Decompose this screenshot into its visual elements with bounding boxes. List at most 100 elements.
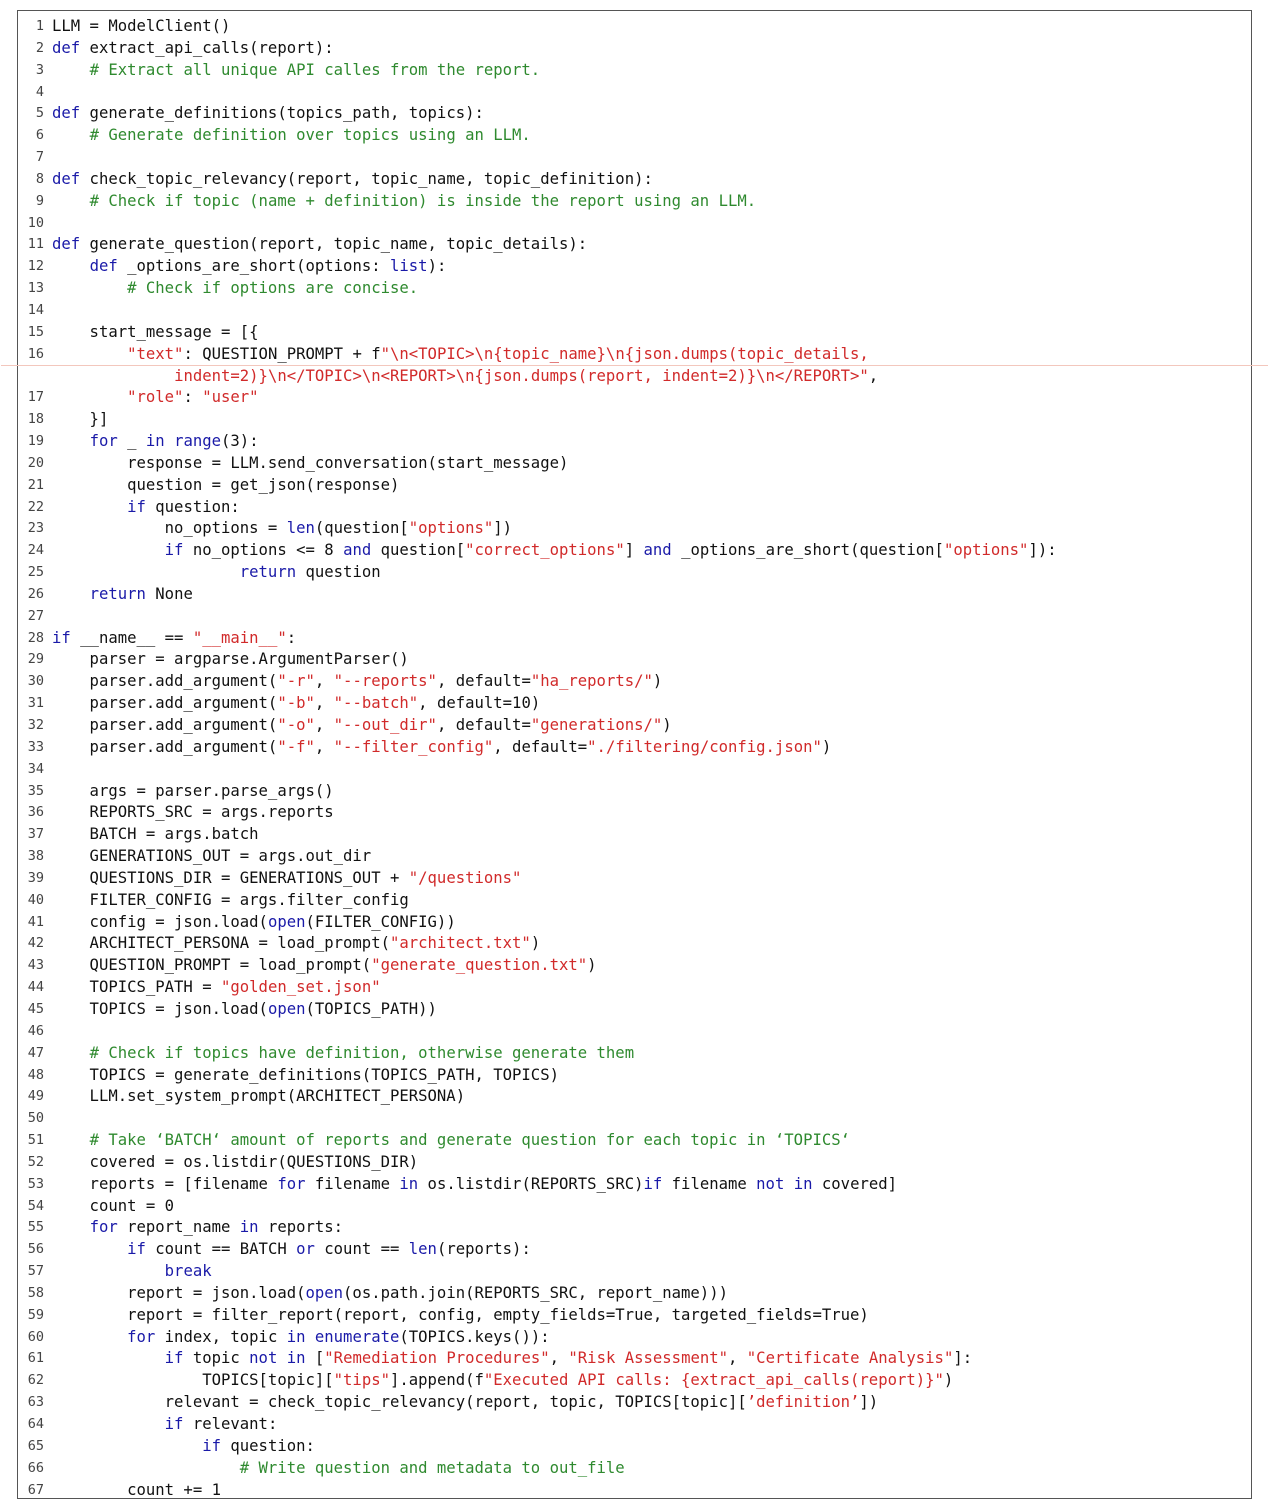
- code-token: question: [296, 563, 381, 582]
- string-token: "user": [202, 388, 259, 407]
- keyword-token: def: [52, 104, 81, 123]
- code-line: 44 TOPICS_PATH = "golden_set.json": [18, 977, 1251, 999]
- code-line: 45 TOPICS = json.load(open(TOPICS_PATH)): [18, 999, 1251, 1021]
- code-line: 21 question = get_json(response): [18, 475, 1251, 497]
- code-text: return question: [52, 562, 1247, 584]
- code-text: parser.add_argument("-o", "--out_dir", d…: [52, 715, 1247, 737]
- code-token: (TOPICS_PATH)): [305, 999, 437, 1018]
- line-number: 19: [27, 433, 44, 450]
- code-text: response = LLM.send_conversation(start_m…: [52, 453, 1247, 475]
- code-text: # Generate definition over topics using …: [52, 125, 1247, 147]
- code-line: 30 parser.add_argument("-r", "--reports"…: [18, 671, 1251, 693]
- code-text: # Write question and metadata to out_fil…: [52, 1458, 1247, 1480]
- code-token: ]): [493, 519, 513, 538]
- code-line: 36 REPORTS_SRC = args.reports: [18, 802, 1251, 824]
- line-number: 5: [35, 105, 44, 122]
- code-token: REPORTS_SRC = args.reports: [52, 803, 334, 822]
- line-number: 34: [27, 760, 44, 777]
- comment-token: # Check if topic (name + definition) is …: [89, 191, 757, 210]
- code-token: TOPICS = json.load(: [52, 999, 268, 1018]
- code-line: 31 parser.add_argument("-b", "--batch", …: [18, 693, 1251, 715]
- code-line: 16 "text": QUESTION_PROMPT + f"\n<TOPIC>…: [1, 344, 1268, 388]
- code-text: if topic not in ["Remediation Procedures…: [52, 1348, 1247, 1370]
- code-token: relevant = check_topic_relevancy(report,…: [52, 1393, 747, 1412]
- code-token: parser.add_argument(: [52, 694, 278, 713]
- code-token: [: [305, 1349, 325, 1368]
- code-line: 67 count += 1: [18, 1480, 1251, 1502]
- comment-token: # Check if options are concise.: [127, 279, 419, 298]
- code-line: 3 # Extract all unique API calles from t…: [18, 60, 1251, 82]
- code-token: question = get_json(response): [52, 475, 400, 494]
- line-number: 50: [27, 1110, 44, 1127]
- comment-token: # Check if topics have definition, other…: [89, 1043, 635, 1062]
- line-number: 11: [27, 236, 44, 253]
- code-text: TOPICS_PATH = "golden_set.json": [52, 977, 1247, 999]
- code-token: response = LLM.send_conversation(start_m…: [52, 453, 569, 472]
- string-token: "options": [943, 541, 1029, 560]
- code-text: parser.add_argument("-r", "--reports", d…: [52, 671, 1247, 693]
- code-token: question:: [145, 497, 240, 516]
- line-number: 63: [27, 1394, 44, 1411]
- code-token: count = 0: [52, 1196, 175, 1215]
- keyword-token: not: [756, 1174, 785, 1193]
- line-number: 47: [27, 1044, 44, 1061]
- line-number: 22: [27, 498, 44, 515]
- code-text: REPORTS_SRC = args.reports: [52, 802, 1247, 824]
- code-token: report_name: [117, 1218, 240, 1237]
- line-number: 24: [27, 542, 44, 559]
- string-token: "text": [127, 344, 184, 363]
- code-token: GENERATIONS_OUT = args.out_dir: [52, 847, 372, 866]
- code-line: 60 for index, topic in enumerate(TOPICS.…: [18, 1327, 1251, 1349]
- code-token: covered]: [812, 1174, 898, 1193]
- line-number: 41: [27, 913, 44, 930]
- code-text: for index, topic in enumerate(TOPICS.key…: [52, 1327, 1247, 1349]
- code-line: 39 QUESTIONS_DIR = GENERATIONS_OUT + "/q…: [18, 868, 1251, 890]
- code-token: : QUESTION_PROMPT + f: [183, 344, 381, 363]
- code-token: ):: [427, 257, 447, 276]
- code-token: report = json.load(: [52, 1283, 306, 1302]
- line-number: 16: [27, 345, 44, 362]
- keyword-token: if: [164, 541, 184, 560]
- code-text: for report_name in reports:: [52, 1217, 1247, 1239]
- code-line: 14: [18, 300, 1251, 322]
- line-number: 59: [27, 1306, 44, 1323]
- line-number: 56: [27, 1241, 44, 1258]
- code-text: config = json.load(open(FILTER_CONFIG)): [52, 912, 1247, 934]
- code-line: 46: [18, 1021, 1251, 1043]
- code-token: count == BATCH: [145, 1240, 297, 1259]
- keyword-token: or: [296, 1240, 315, 1259]
- line-number: 30: [27, 673, 44, 690]
- line-number: 46: [27, 1022, 44, 1039]
- code-line: 24 if no_options <= 8 and question["corr…: [18, 540, 1251, 562]
- line-number: 43: [27, 957, 44, 974]
- code-token: topic: [183, 1349, 250, 1368]
- string-token: "--out_dir": [333, 716, 437, 734]
- keyword-token: range: [174, 432, 222, 451]
- code-text: parser.add_argument("-b", "--batch", def…: [52, 693, 1247, 715]
- code-line: 11 def generate_question(report, topic_na…: [18, 234, 1251, 256]
- line-number: 3: [35, 61, 44, 78]
- code-text: if no_options <= 8 and question["correct…: [52, 540, 1247, 562]
- line-number: 62: [27, 1372, 44, 1389]
- keyword-token: not: [249, 1349, 278, 1368]
- code-token: os.listdir(REPORTS_SRC): [418, 1174, 644, 1193]
- code-line: 51 # Take ‘BATCH‘ amount of reports and …: [18, 1130, 1251, 1152]
- code-text: covered = os.listdir(QUESTIONS_DIR): [52, 1152, 1247, 1174]
- line-number: 27: [27, 607, 44, 624]
- keyword-token: if: [164, 1349, 184, 1368]
- code-text: return None: [52, 584, 1247, 606]
- code-token: (reports):: [436, 1240, 531, 1259]
- string-token: "Executed API calls: {extract_api_calls(…: [483, 1371, 944, 1390]
- string-token: "role": [127, 388, 184, 407]
- code-token: parser.add_argument(: [52, 737, 278, 756]
- code-token: index, topic: [155, 1327, 287, 1346]
- code-text: if __name__ == "__main__":: [52, 628, 1247, 650]
- keyword-token: list: [390, 257, 428, 276]
